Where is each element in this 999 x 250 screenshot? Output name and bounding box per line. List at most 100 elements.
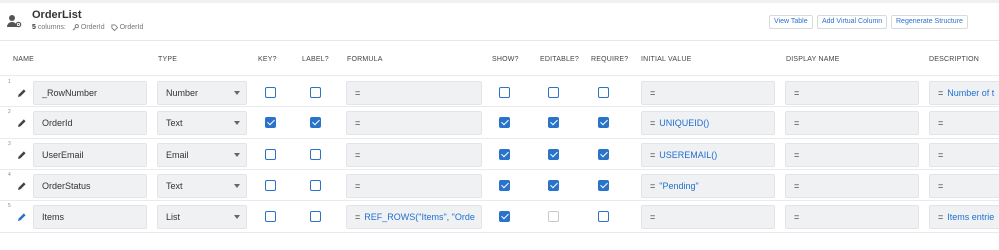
editable-checkbox[interactable]	[548, 117, 559, 128]
table-header: OrderList 5 columns: OrderId OrderId Vie…	[0, 3, 999, 40]
column-name-field[interactable]: OrderId	[33, 111, 147, 135]
label-tag: OrderId	[111, 24, 144, 31]
pencil-icon[interactable]	[17, 118, 27, 128]
initial-value-equals: =	[650, 88, 656, 98]
display-name-field[interactable]: =	[785, 174, 919, 198]
chevron-down-icon	[234, 121, 240, 125]
description-field[interactable]: = Items entrie	[929, 205, 999, 229]
header-divider	[0, 40, 999, 41]
display-name-field[interactable]: =	[785, 143, 919, 167]
initial-value-expression: USEREMAIL()	[659, 150, 718, 160]
chevron-down-icon	[234, 153, 240, 157]
column-count-label: columns:	[37, 24, 66, 31]
label-checkbox[interactable]	[310, 211, 321, 222]
display-name-field[interactable]: =	[785, 81, 919, 105]
formula-equals: =	[355, 150, 361, 160]
initial-value-field[interactable]: = UNIQUEID()	[641, 111, 775, 135]
column-type-select[interactable]: Text	[157, 174, 247, 198]
initial-value-field[interactable]: = "Pending"	[641, 174, 775, 198]
column-name-field[interactable]: _RowNumber	[33, 81, 147, 105]
pencil-icon[interactable]	[17, 181, 27, 191]
add-virtual-column-button[interactable]: Add Virtual Column	[817, 15, 888, 29]
editable-checkbox[interactable]	[548, 149, 559, 160]
require-checkbox[interactable]	[598, 180, 609, 191]
initial-value-expression: "Pending"	[659, 181, 699, 191]
column-type-select[interactable]: Number	[157, 81, 247, 105]
formula-field[interactable]: =	[346, 81, 482, 105]
formula-field[interactable]: = REF_ROWS("Items", "Orde	[346, 205, 482, 229]
view-table-button[interactable]: View Table	[769, 15, 813, 29]
initial-value-field[interactable]: =	[641, 81, 775, 105]
label-checkbox[interactable]	[310, 149, 321, 160]
key-checkbox[interactable]	[265, 117, 276, 128]
label-tag-label: OrderId	[119, 24, 144, 31]
formula-expression: REF_ROWS("Items", "Orde	[364, 212, 475, 222]
column-type-select[interactable]: Email	[157, 143, 247, 167]
row-number: 5	[8, 203, 11, 209]
pencil-icon[interactable]	[17, 150, 27, 160]
pencil-icon[interactable]	[17, 212, 27, 222]
column-type-select[interactable]: List	[157, 205, 247, 229]
formula-field[interactable]: =	[346, 143, 482, 167]
col-header-label: LABEL?	[302, 56, 329, 63]
description-field[interactable]: =	[929, 143, 999, 167]
row-divider	[0, 200, 999, 201]
description-expression: Items entrie	[947, 212, 995, 222]
initial-value-field[interactable]: = USEREMAIL()	[641, 143, 775, 167]
label-checkbox[interactable]	[310, 117, 321, 128]
initial-value-field[interactable]: =	[641, 205, 775, 229]
require-checkbox[interactable]	[598, 87, 609, 98]
formula-equals: =	[355, 88, 361, 98]
key-checkbox[interactable]	[265, 149, 276, 160]
display-name-field[interactable]: =	[785, 111, 919, 135]
row-number: 2	[8, 109, 11, 115]
show-checkbox[interactable]	[499, 87, 510, 98]
chevron-down-icon	[234, 91, 240, 95]
description-equals: =	[938, 118, 944, 128]
key-checkbox[interactable]	[265, 211, 276, 222]
editable-checkbox[interactable]	[548, 87, 559, 98]
require-checkbox[interactable]	[598, 117, 609, 128]
table-row: 4 OrderStatus Text = = "Pending" = =	[0, 172, 999, 200]
description-equals: =	[938, 181, 944, 191]
description-field[interactable]: =	[929, 111, 999, 135]
display-name-field[interactable]: =	[785, 205, 919, 229]
column-name-field[interactable]: Items	[33, 205, 147, 229]
editable-checkbox[interactable]	[548, 180, 559, 191]
chevron-down-icon	[234, 184, 240, 188]
show-checkbox[interactable]	[499, 117, 510, 128]
label-checkbox[interactable]	[310, 87, 321, 98]
initial-value-equals: =	[650, 150, 656, 160]
show-checkbox[interactable]	[499, 211, 510, 222]
user-settings-icon	[7, 15, 22, 28]
row-divider	[0, 138, 999, 139]
table-meta: 5 columns: OrderId OrderId	[32, 24, 143, 31]
row-number: 1	[8, 79, 11, 85]
col-header-type: TYPE	[158, 56, 178, 63]
description-field[interactable]: =	[929, 174, 999, 198]
formula-field[interactable]: =	[346, 174, 482, 198]
show-checkbox[interactable]	[499, 149, 510, 160]
formula-field[interactable]: =	[346, 111, 482, 135]
editable-checkbox[interactable]	[548, 211, 559, 222]
label-checkbox[interactable]	[310, 180, 321, 191]
column-name-field[interactable]: OrderStatus	[33, 174, 147, 198]
column-name-field[interactable]: UserEmail	[33, 143, 147, 167]
show-checkbox[interactable]	[499, 180, 510, 191]
column-type-select[interactable]: Text	[157, 111, 247, 135]
require-checkbox[interactable]	[598, 149, 609, 160]
column-type-value: Text	[166, 118, 183, 128]
regenerate-structure-button[interactable]: Regenerate Structure	[891, 15, 968, 29]
key-tag-label: OrderId	[80, 24, 105, 31]
column-count-number: 5	[32, 24, 36, 31]
row-divider	[0, 232, 999, 233]
require-checkbox[interactable]	[598, 211, 609, 222]
col-header-require: REQUIRE?	[591, 56, 629, 63]
pencil-icon[interactable]	[17, 88, 27, 98]
key-checkbox[interactable]	[265, 87, 276, 98]
table-title: OrderList	[32, 9, 82, 21]
key-checkbox[interactable]	[265, 180, 276, 191]
display-name-equals: =	[794, 212, 800, 222]
description-field[interactable]: = Number of t	[929, 81, 999, 105]
initial-value-expression: UNIQUEID()	[659, 118, 710, 128]
